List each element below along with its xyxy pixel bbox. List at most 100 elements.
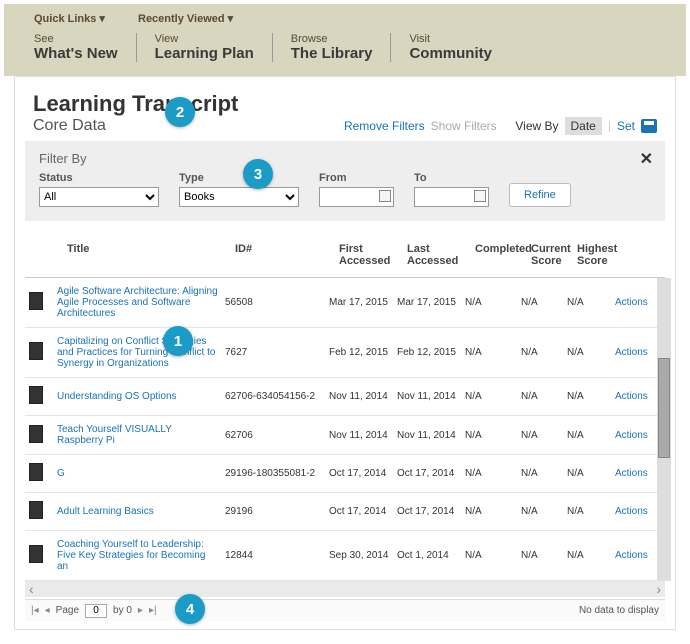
nav-community[interactable]: Visit Community (390, 33, 510, 62)
show-filters-link: Show Filters (431, 119, 497, 133)
recently-viewed-menu[interactable]: Recently Viewed ▾ (138, 12, 233, 25)
row-actions-link[interactable]: Actions (615, 391, 645, 402)
status-select[interactable]: All (39, 187, 159, 207)
row-title-link[interactable]: G (57, 468, 225, 479)
calendar-icon[interactable] (379, 190, 391, 202)
nav-learning-plan[interactable]: View Learning Plan (136, 33, 272, 62)
transcript-panel: Learning Transcript Core Data Remove Fil… (14, 76, 676, 630)
row-id: 29196-180355081-2 (225, 468, 329, 479)
row-actions-link[interactable]: Actions (615, 468, 645, 479)
row-title-link[interactable]: Capitalizing on Conflict Strategies and … (57, 336, 225, 369)
scroll-left-icon[interactable]: ‹ (29, 581, 34, 597)
col-completed[interactable]: Completed (475, 243, 531, 267)
filter-bar: Filter By ✕ Status All Type Books From T… (25, 141, 665, 221)
row-current-score: N/A (521, 468, 567, 479)
row-completed: N/A (465, 468, 521, 479)
status-label: Status (39, 172, 159, 184)
pager-by-label: by 0 (113, 605, 132, 616)
row-id: 29196 (225, 506, 329, 517)
nav-library[interactable]: Browse The Library (272, 33, 391, 62)
callout-4: 4 (175, 594, 205, 624)
table-header: Title ID# First Accessed Last Accessed C… (25, 235, 665, 278)
type-select[interactable]: Books (179, 187, 299, 207)
view-by-date-button[interactable]: Date (565, 117, 602, 135)
view-by-label: View By (515, 119, 558, 133)
col-last-accessed[interactable]: Last Accessed (407, 243, 475, 267)
pager-next-icon[interactable]: ▸ (138, 605, 143, 616)
refine-button[interactable]: Refine (509, 183, 571, 207)
pager-page-label: Page (56, 605, 79, 616)
callout-3: 3 (243, 159, 273, 189)
scroll-right-icon[interactable]: › (656, 581, 661, 597)
col-current-score[interactable]: Current Score (531, 243, 577, 267)
callout-1: 1 (163, 326, 193, 356)
row-actions-link[interactable]: Actions (615, 550, 645, 561)
pager-bar: |◂ ◂ Page by 0 ▸ ▸| No data to display 4 (25, 599, 665, 621)
row-actions-link[interactable]: Actions (615, 297, 645, 308)
row-first-accessed: Nov 11, 2014 (329, 391, 397, 402)
to-date-input[interactable] (414, 187, 489, 207)
row-actions-link[interactable]: Actions (615, 506, 645, 517)
row-completed: N/A (465, 430, 521, 441)
row-title-link[interactable]: Teach Yourself VISUALLY Raspberry Pi (57, 424, 225, 446)
table-row: Understanding OS Options62706-634054156-… (25, 378, 665, 416)
scrollbar-thumb[interactable] (658, 358, 670, 458)
col-id[interactable]: ID# (235, 243, 339, 267)
row-first-accessed: Nov 11, 2014 (329, 430, 397, 441)
row-completed: N/A (465, 391, 521, 402)
to-label: To (414, 172, 489, 184)
row-current-score: N/A (521, 297, 567, 308)
row-highest-score: N/A (567, 506, 615, 517)
callout-2: 2 (165, 97, 195, 127)
book-icon (29, 463, 43, 481)
row-highest-score: N/A (567, 430, 615, 441)
row-completed: N/A (465, 506, 521, 517)
row-last-accessed: Feb 12, 2015 (397, 347, 465, 358)
row-highest-score: N/A (567, 297, 615, 308)
row-title-link[interactable]: Coaching Yourself to Leadership: Five Ke… (57, 539, 225, 572)
pager-first-icon[interactable]: |◂ (31, 605, 39, 616)
row-title-link[interactable]: Understanding OS Options (57, 391, 225, 402)
row-last-accessed: Nov 11, 2014 (397, 430, 465, 441)
row-highest-score: N/A (567, 468, 615, 479)
calendar-icon[interactable] (474, 190, 486, 202)
horizontal-scrollbar[interactable]: ‹ › (25, 581, 665, 597)
table-body: 1 Agile Software Architecture: Aligning … (25, 278, 665, 581)
nav-whats-new[interactable]: See What's New (34, 33, 136, 62)
row-last-accessed: Oct 1, 2014 (397, 550, 465, 561)
pager-last-icon[interactable]: ▸| (149, 605, 157, 616)
from-date-input[interactable] (319, 187, 394, 207)
row-completed: N/A (465, 550, 521, 561)
print-icon[interactable] (641, 119, 657, 133)
row-completed: N/A (465, 347, 521, 358)
table-row: Teach Yourself VISUALLY Raspberry Pi6270… (25, 416, 665, 455)
table-row: Coaching Yourself to Leadership: Five Ke… (25, 531, 665, 581)
close-filter-icon[interactable]: ✕ (640, 149, 653, 169)
filter-by-label: Filter By (39, 151, 651, 166)
pager-prev-icon[interactable]: ◂ (45, 605, 50, 616)
book-icon (29, 425, 43, 443)
row-first-accessed: Sep 30, 2014 (329, 550, 397, 561)
set-link[interactable]: Set (617, 119, 635, 133)
row-actions-link[interactable]: Actions (615, 347, 645, 358)
pager-page-input[interactable] (85, 604, 107, 618)
row-title-link[interactable]: Adult Learning Basics (57, 506, 225, 517)
row-title-link[interactable]: Agile Software Architecture: Aligning Ag… (57, 286, 225, 319)
col-highest-score[interactable]: Highest Score (577, 243, 625, 267)
row-last-accessed: Mar 17, 2015 (397, 297, 465, 308)
row-completed: N/A (465, 297, 521, 308)
remove-filters-link[interactable]: Remove Filters (344, 119, 425, 133)
book-icon (29, 545, 43, 563)
col-title[interactable]: Title (67, 243, 235, 267)
col-first-accessed[interactable]: First Accessed (339, 243, 407, 267)
main-nav: See What's New View Learning Plan Browse… (34, 25, 656, 72)
row-actions-link[interactable]: Actions (615, 430, 645, 441)
row-id: 62706-634054156-2 (225, 391, 329, 402)
quick-links-menu[interactable]: Quick Links ▾ (34, 12, 105, 25)
from-label: From (319, 172, 394, 184)
row-highest-score: N/A (567, 347, 615, 358)
row-id: 56508 (225, 297, 329, 308)
book-icon (29, 342, 43, 360)
book-icon (29, 386, 43, 404)
row-highest-score: N/A (567, 550, 615, 561)
